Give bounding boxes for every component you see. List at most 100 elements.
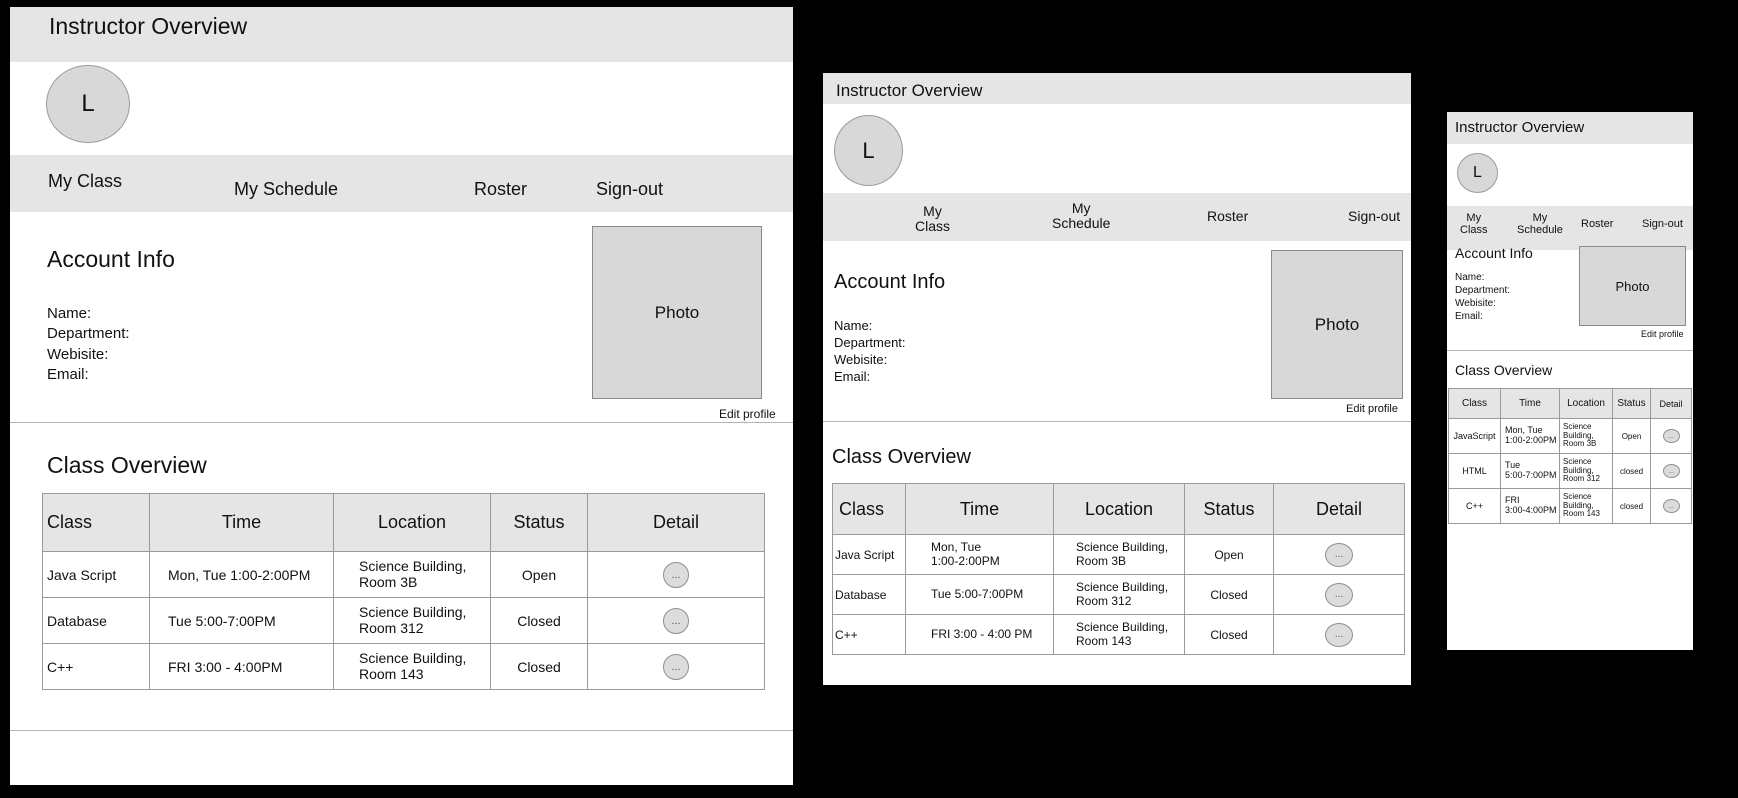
name-label: Name:	[1455, 272, 1485, 283]
col-time: Time	[905, 483, 1054, 535]
avatar[interactable]: L	[46, 65, 130, 143]
status-cell: Closed	[1184, 614, 1274, 655]
department-label: Department:	[1455, 285, 1511, 296]
divider	[823, 421, 1411, 422]
account-info-heading: Account Info	[834, 271, 946, 293]
page-title: Instructor Overview	[1455, 119, 1585, 136]
account-fields: Name: Department: Webisite: Email:	[47, 304, 130, 385]
email-label: Email:	[1455, 311, 1483, 322]
website-label: Webisite:	[1455, 298, 1496, 309]
detail-button[interactable]: ...	[663, 653, 689, 680]
detail-cell: ...	[1273, 574, 1405, 615]
table-header-row: Class Time Location Status Detail	[832, 483, 1405, 535]
col-location: Location	[1053, 483, 1185, 535]
website-label: Webisite:	[47, 345, 109, 363]
detail-cell: ...	[587, 643, 765, 690]
nav-signout[interactable]: Sign-out	[1642, 218, 1683, 230]
profile-photo[interactable]: Photo	[1579, 246, 1686, 326]
class-overview-heading: Class Overview	[832, 446, 971, 468]
location-cell: Science Building, Room 312	[1559, 453, 1613, 489]
avatar[interactable]: L	[1457, 153, 1498, 193]
edit-profile-link[interactable]: Edit profile	[1641, 329, 1684, 339]
nav-my-schedule[interactable]: My Schedule	[1052, 200, 1110, 232]
time-cell: Mon, Tue 1:00-2:00PM	[1500, 418, 1560, 454]
divider	[10, 422, 793, 423]
nav-my-class[interactable]: My Class	[915, 203, 950, 235]
col-location: Location	[1559, 388, 1613, 419]
page-title: Instructor Overview	[836, 81, 983, 100]
detail-button[interactable]: ...	[1662, 429, 1680, 443]
status-cell: Closed	[490, 643, 588, 690]
col-status: Status	[1184, 483, 1274, 535]
status-cell: Open	[1184, 534, 1274, 575]
detail-button[interactable]: ...	[1325, 542, 1353, 567]
table-header-row: Class Time Location Status Detail	[1448, 388, 1692, 419]
profile-photo[interactable]: Photo	[592, 226, 762, 399]
nav-signout[interactable]: Sign-out	[596, 179, 663, 200]
location-cell: Science Building, Room 3B	[1053, 534, 1185, 575]
location-cell: Science Building, Room 312	[1053, 574, 1185, 615]
location-cell: Science Building, Room 312	[333, 597, 491, 644]
nav-roster[interactable]: Roster	[1207, 208, 1248, 224]
detail-button[interactable]: ...	[1325, 582, 1353, 607]
email-label: Email:	[47, 365, 89, 383]
divider	[10, 730, 793, 731]
table-row: Java Script Mon, Tue 1:00-2:00PM Science…	[42, 551, 765, 598]
department-label: Department:	[834, 334, 906, 350]
status-cell: Open	[1612, 418, 1651, 454]
time-cell: Mon, Tue 1:00-2:00PM	[149, 551, 334, 598]
class-cell: Database	[832, 574, 906, 615]
account-info-heading: Account Info	[1455, 245, 1533, 261]
nav-roster[interactable]: Roster	[1581, 218, 1613, 230]
detail-button[interactable]: ...	[1662, 464, 1680, 478]
table-header-row: Class Time Location Status Detail	[42, 493, 765, 552]
col-class: Class	[42, 493, 150, 552]
website-label: Webisite:	[834, 351, 888, 367]
time-cell: FRI 3:00-4:00PM	[1500, 488, 1560, 524]
location-cell: Science Building, Room 143	[333, 643, 491, 690]
nav-my-schedule[interactable]: My Schedule	[234, 179, 338, 200]
col-time: Time	[1500, 388, 1560, 419]
email-label: Email:	[834, 368, 871, 384]
nav-my-class[interactable]: My Class	[48, 171, 122, 192]
class-cell: Java Script	[42, 551, 150, 598]
status-cell: Closed	[490, 597, 588, 644]
nav-my-class[interactable]: My Class	[1460, 212, 1488, 236]
nav-bar	[10, 155, 793, 212]
nav-my-schedule[interactable]: My Schedule	[1517, 212, 1563, 236]
class-table: Class Time Location Status Detail Java S…	[832, 483, 1405, 655]
account-info-heading: Account Info	[47, 246, 175, 272]
class-cell: JavaScript	[1448, 418, 1501, 454]
detail-cell: ...	[1650, 453, 1692, 489]
detail-button[interactable]: ...	[663, 561, 689, 588]
class-cell: C++	[42, 643, 150, 690]
class-overview-heading: Class Overview	[1455, 362, 1553, 378]
class-table: Class Time Location Status Detail JavaSc…	[1448, 388, 1692, 524]
table-row: Database Tue 5:00-7:00PM Science Buildin…	[832, 574, 1405, 615]
col-detail: Detail	[1273, 483, 1405, 535]
detail-button[interactable]: ...	[1662, 499, 1680, 513]
table-row: Java Script Mon, Tue 1:00-2:00PM Science …	[832, 534, 1405, 575]
detail-button[interactable]: ...	[1325, 622, 1353, 647]
col-status: Status	[490, 493, 588, 552]
col-class: Class	[1448, 388, 1501, 419]
edit-profile-link[interactable]: Edit profile	[719, 407, 776, 421]
account-fields: Name: Department: Webisite: Email:	[1455, 271, 1510, 323]
nav-bar	[823, 193, 1411, 241]
col-class: Class	[832, 483, 906, 535]
class-cell: C++	[1448, 488, 1501, 524]
col-detail: Detail	[1650, 388, 1692, 419]
profile-photo[interactable]: Photo	[1271, 250, 1403, 399]
class-cell: Java Script	[832, 534, 906, 575]
tablet-frame: Instructor Overview L My Class My Schedule…	[823, 73, 1411, 685]
name-label: Name:	[834, 318, 873, 333]
col-location: Location	[333, 493, 491, 552]
divider	[1447, 350, 1693, 351]
edit-profile-link[interactable]: Edit profile	[1346, 403, 1398, 415]
detail-button[interactable]: ...	[663, 607, 689, 634]
nav-roster[interactable]: Roster	[474, 179, 527, 200]
table-row: C++ FRI 3:00 - 4:00 PM Science Building,…	[832, 614, 1405, 655]
time-cell: Tue 5:00-7:00PM	[149, 597, 334, 644]
nav-signout[interactable]: Sign-out	[1348, 208, 1400, 224]
avatar[interactable]: L	[834, 115, 903, 186]
